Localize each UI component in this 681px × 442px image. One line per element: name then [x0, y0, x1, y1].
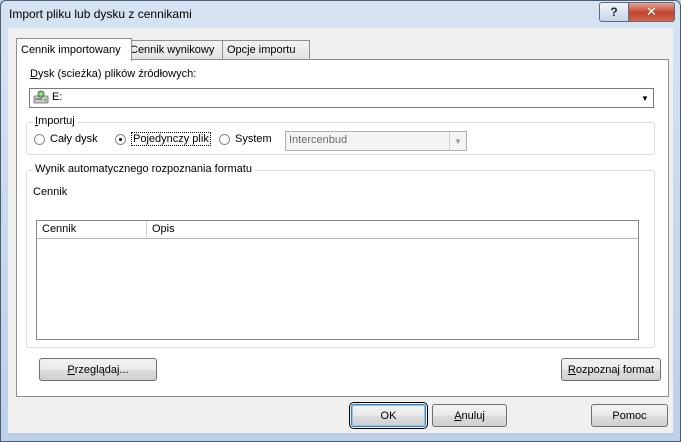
radio-indicator	[219, 133, 230, 145]
window-title: Import pliku lub dysku z cennikami	[9, 7, 192, 21]
import-group-title-text: mportuj	[38, 115, 75, 127]
dialog-client: Cennik importowany Cennik wynikowy Opcje…	[8, 28, 673, 433]
help-icon: ?	[610, 5, 618, 19]
title-bar[interactable]: Import pliku lub dysku z cennikami ? ✕	[1, 1, 680, 27]
detect-format-label: ozpoznaj format	[575, 363, 655, 376]
radio-indicator	[34, 133, 45, 145]
import-group: Importuj Cały dysk Pojedynczy plik Syste…	[26, 115, 655, 155]
result-group-title: Wynik automatycznego rozpoznania formatu	[33, 163, 254, 175]
cancel-access-key: A	[454, 409, 462, 422]
column-header-opis[interactable]: Opis	[147, 221, 638, 238]
tab-cennik-importowany[interactable]: Cennik importowany	[16, 38, 132, 61]
help-title-button[interactable]: ?	[599, 2, 629, 22]
tab-opcje-importu[interactable]: Opcje importu	[222, 40, 310, 60]
result-group: Wynik automatycznego rozpoznania formatu…	[26, 163, 655, 348]
tab-panel: Dysk (scieżka) plików źródłowych: E: ▼ I…	[16, 59, 669, 397]
close-icon: ✕	[646, 4, 657, 19]
drive-value: E:	[52, 91, 63, 103]
system-dropdown-button[interactable]: ▼	[449, 132, 466, 150]
radio-pojedynczy-plik[interactable]: Pojedynczy plik	[115, 132, 211, 146]
source-path-access-key: D	[30, 68, 38, 80]
detect-access-key: R	[567, 363, 576, 376]
system-select[interactable]: Intercenbud ▼	[285, 131, 467, 151]
dropdown-button[interactable]: ▼	[637, 89, 653, 107]
radio-pojedynczy-plik-label: Pojedynczy plik	[131, 132, 211, 146]
list-header: Cennik Opis	[37, 221, 638, 239]
radio-caly-dysk[interactable]: Cały dysk	[34, 133, 98, 145]
source-path-label: Dysk (scieżka) plików źródłowych:	[30, 68, 196, 80]
result-subtitle: Cennik	[33, 186, 68, 198]
cancel-label: nuluj	[461, 409, 485, 422]
result-list[interactable]: Cennik Opis	[36, 220, 639, 340]
detect-format-button[interactable]: Rozpoznaj format	[561, 358, 661, 381]
browse-label: rzeglądaj...	[74, 363, 129, 376]
browse-button[interactable]: Przeglądaj...	[39, 358, 157, 381]
source-path-label-text: ysk (scieżka) plików źródłowych:	[37, 68, 197, 80]
ok-button[interactable]: OK	[349, 402, 428, 429]
close-button[interactable]: ✕	[628, 2, 675, 22]
dialog-window: Import pliku lub dysku z cennikami ? ✕ C…	[0, 0, 681, 442]
tab-cennik-wynikowy[interactable]: Cennik wynikowy	[125, 40, 231, 60]
drive-icon	[33, 90, 49, 104]
radio-system-label: System	[235, 133, 272, 145]
radio-indicator-selected	[115, 133, 126, 145]
chevron-down-icon: ▼	[454, 136, 462, 146]
drive-select[interactable]: E: ▼	[29, 88, 654, 108]
import-group-title: Importuj	[33, 115, 77, 127]
system-value: Intercenbud	[289, 134, 348, 146]
chevron-down-icon: ▼	[641, 93, 649, 103]
browse-access-key: P	[67, 363, 75, 376]
cancel-button[interactable]: Anuluj	[432, 404, 507, 427]
radio-caly-dysk-label: Cały dysk	[50, 133, 98, 145]
column-header-cennik[interactable]: Cennik	[37, 221, 147, 238]
help-button[interactable]: Pomoc	[591, 404, 668, 427]
radio-system[interactable]: System	[219, 133, 272, 145]
